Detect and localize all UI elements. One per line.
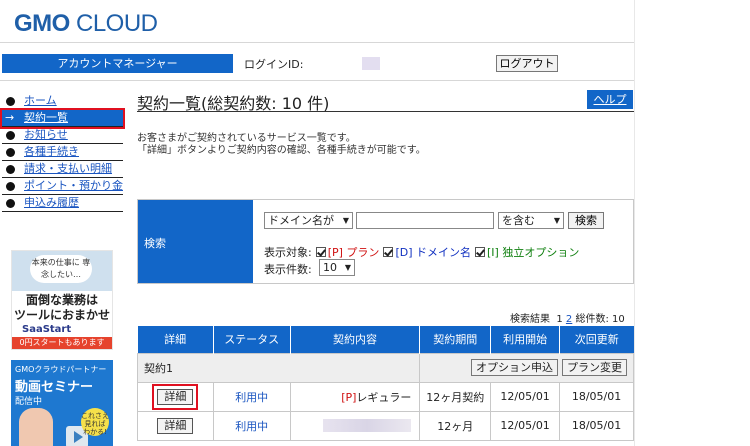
sidebar-item-label[interactable]: 契約一覧 xyxy=(24,110,68,126)
next-renewal-cell: 18/05/01 xyxy=(559,381,634,412)
start-date-cell: 12/05/01 xyxy=(490,410,561,441)
bullet-icon xyxy=(6,131,15,140)
detail-button[interactable]: 詳細 xyxy=(152,383,199,410)
presenter-image xyxy=(19,408,53,446)
saastart-logo: SaaStart xyxy=(22,324,72,335)
masked-domain xyxy=(323,419,412,433)
bullet-icon xyxy=(6,148,15,157)
help-button[interactable]: ヘルプ xyxy=(587,90,633,109)
status-cell: 利用中 xyxy=(212,381,291,412)
bullet-icon xyxy=(6,165,15,174)
plan-checkbox-label: [P] プラン xyxy=(327,246,380,259)
chevron-down-icon: ▼ xyxy=(344,263,351,272)
search-panel: 検索 ドメイン名が ▼ を含む ▼ 検索 表示対象: [P] プラン [D] ドメイン名… xyxy=(137,199,634,284)
column-header: 詳細 xyxy=(137,326,214,353)
banner-illustration: 本来の仕事に 専念したい… xyxy=(12,251,112,291)
bullet-icon xyxy=(6,182,15,191)
banner-headline: 動画セミナー xyxy=(15,380,94,395)
column-header: 利用開始 xyxy=(490,326,561,353)
banner-badge: これさえ 見れば わかる! xyxy=(81,408,109,436)
plan-checkbox[interactable] xyxy=(315,247,326,257)
detail-cell: 詳細 xyxy=(137,410,214,441)
option-checkbox[interactable] xyxy=(475,247,485,257)
column-header: 契約期間 xyxy=(419,326,492,353)
page-2-link[interactable]: 2 xyxy=(566,314,572,325)
page-edge xyxy=(634,0,635,446)
arrow-right-icon: → xyxy=(5,111,15,124)
start-date-cell: 12/05/01 xyxy=(490,381,561,412)
search-heading: 検索 xyxy=(138,200,253,283)
display-target-label: 表示対象: xyxy=(264,246,312,259)
domain-checkbox[interactable] xyxy=(383,247,394,257)
banner-caption: 配信中 xyxy=(15,397,43,407)
column-header: ステータス xyxy=(213,326,291,353)
column-header: 契約内容 xyxy=(290,326,421,353)
sidebar-item-label[interactable]: ポイント・預かり金 xyxy=(24,178,123,194)
sidebar-item-billing[interactable]: 請求・支払い明細 xyxy=(2,161,123,178)
search-field-select[interactable]: ドメイン名が ▼ xyxy=(264,212,353,229)
search-input[interactable] xyxy=(356,212,494,229)
sidebar-item-procedures[interactable]: 各種手続き xyxy=(2,144,123,161)
status-cell: 利用中 xyxy=(212,410,291,441)
detail-button[interactable]: 詳細 xyxy=(157,417,194,434)
option-checkbox-label: [I] 独立オプション xyxy=(487,246,580,259)
display-count-row: 表示件数: xyxy=(264,261,312,277)
table-header-row: 詳細 ステータス 契約内容 契約期間 利用開始 次回更新 xyxy=(137,326,634,353)
seminar-banner[interactable]: GMOクラウドパートナー 動画セミナー 配信中 これさえ 見れば わかる! xyxy=(11,360,113,446)
plan-change-button[interactable]: プラン変更 xyxy=(562,359,627,376)
domain-checkbox-label: [D] ドメイン名 xyxy=(395,246,471,259)
logout-button[interactable]: ログアウト xyxy=(496,55,558,72)
table-row: 詳細 利用中 [P]レギュラー 12ヶ月契約 12/05/01 18/05/01 xyxy=(137,381,634,412)
sidebar-item-points[interactable]: ポイント・預かり金 xyxy=(2,178,123,195)
search-button[interactable]: 検索 xyxy=(568,212,604,229)
login-id-masked xyxy=(362,57,380,70)
bullet-icon xyxy=(6,97,15,106)
column-header: 次回更新 xyxy=(559,326,634,353)
table-row: 詳細 利用中 12ヶ月 12/05/01 18/05/01 xyxy=(137,410,634,441)
title-underline xyxy=(137,111,634,112)
page-1: 1 xyxy=(556,314,563,325)
contract-group-row: 契約1 オプション申込 プラン変更 xyxy=(136,352,634,383)
option-apply-button[interactable]: オプション申込 xyxy=(471,359,558,376)
result-info: 検索結果 1 2 総件数: 10 xyxy=(510,314,625,325)
detail-cell: 詳細 xyxy=(137,381,214,412)
sidebar-item-label[interactable]: 申込み履歴 xyxy=(24,195,79,211)
contract-group-label: 契約1 xyxy=(136,352,421,383)
header-divider xyxy=(0,42,634,43)
page-description: お客さまがご契約されているサービス一覧です。 「詳細」ボタンよりご契約内容の確認… xyxy=(137,133,426,156)
match-type-select[interactable]: を含む ▼ xyxy=(498,212,564,229)
next-renewal-cell: 18/05/01 xyxy=(559,410,634,441)
sidebar-item-label[interactable]: お知らせ xyxy=(24,127,68,143)
banner-headline: 面倒な業務は ツールにおまかせ xyxy=(13,293,110,322)
display-target-filters: 表示対象: [P] プラン [D] ドメイン名 [I] 独立オプション xyxy=(264,244,579,260)
account-manager-bar: アカウントマネージャー xyxy=(2,54,233,73)
bullet-icon xyxy=(6,199,15,208)
content-cell: [P]レギュラー xyxy=(289,381,421,412)
content-cell xyxy=(289,410,421,441)
display-count-label: 表示件数: xyxy=(264,263,312,276)
period-cell: 12ヶ月契約 xyxy=(419,381,492,412)
saastart-banner[interactable]: 本来の仕事に 専念したい… 面倒な業務は ツールにおまかせ SaaStart 0… xyxy=(11,250,113,350)
sidebar-item-label[interactable]: 請求・支払い明細 xyxy=(24,161,112,177)
sidebar-item-history[interactable]: 申込み履歴 xyxy=(2,195,123,212)
banner-subtitle: GMOクラウドパートナー xyxy=(15,365,107,374)
header-bottom-divider xyxy=(0,80,634,81)
sidebar-nav: ホーム → 契約一覧 お知らせ 各種手続き 請求・支払い明細 ポイント・預かり金… xyxy=(0,93,125,212)
sidebar-item-news[interactable]: お知らせ xyxy=(2,127,123,144)
sidebar-item-label[interactable]: ホーム xyxy=(24,93,57,109)
sidebar-item-home[interactable]: ホーム xyxy=(2,93,123,110)
chevron-down-icon: ▼ xyxy=(342,216,349,225)
period-cell: 12ヶ月 xyxy=(419,410,492,441)
contract-table: 詳細 ステータス 契約内容 契約期間 利用開始 次回更新 契約1 オプション申込… xyxy=(136,326,634,441)
gmo-cloud-logo: GMO CLOUD xyxy=(14,10,158,37)
sidebar-item-contracts[interactable]: → 契約一覧 xyxy=(0,108,125,129)
contract-group-actions: オプション申込 プラン変更 xyxy=(419,352,634,383)
sidebar-item-label[interactable]: 各種手続き xyxy=(24,144,79,160)
login-id-label: ログインID: xyxy=(244,58,304,71)
chevron-down-icon: ▼ xyxy=(553,216,560,225)
display-count-select[interactable]: 10 ▼ xyxy=(319,259,355,276)
banner-footer: 0円スタートもあります xyxy=(12,337,112,349)
speech-bubble: 本来の仕事に 専念したい… xyxy=(30,255,92,283)
